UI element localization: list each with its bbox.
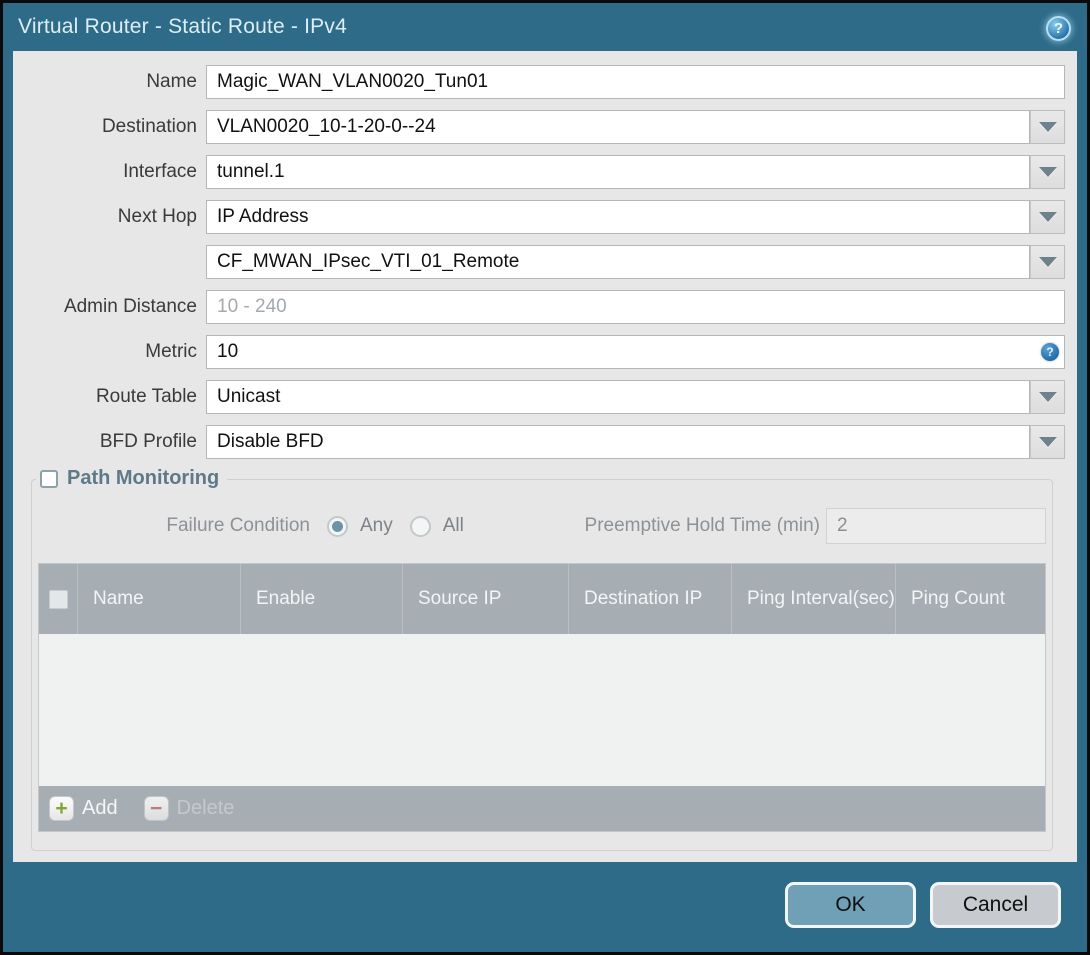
failure-condition-all-radio[interactable] — [409, 515, 431, 537]
cancel-button[interactable]: Cancel — [930, 882, 1061, 928]
preemptive-hold-input[interactable] — [826, 508, 1046, 544]
chevron-down-icon — [1038, 122, 1057, 132]
destination-label: Destination — [101, 116, 197, 137]
destination-input[interactable] — [206, 110, 1030, 144]
delete-button-label: Delete — [176, 797, 235, 819]
admin-distance-label: Admin Distance — [63, 296, 197, 317]
delete-button[interactable]: − Delete — [143, 796, 235, 821]
failure-condition-label: Failure Condition — [166, 515, 310, 536]
next-hop-address-dropdown-button[interactable] — [1030, 245, 1065, 279]
bfd-profile-row: BFD Profile — [13, 425, 1065, 459]
add-button-label: Add — [82, 797, 118, 819]
table-body-empty — [39, 634, 1045, 786]
destination-dropdown-button[interactable] — [1030, 110, 1065, 144]
table-toolbar: + Add − Delete — [39, 786, 1045, 831]
route-table-dropdown-button[interactable] — [1030, 380, 1065, 414]
table-header-row: Name Enable Source IP Destination IP Pin… — [39, 564, 1045, 634]
next-hop-label: Next Hop — [117, 206, 197, 227]
chevron-down-icon — [1038, 437, 1057, 447]
column-header-destination-ip[interactable]: Destination IP — [569, 564, 732, 634]
admin-distance-row: Admin Distance — [13, 290, 1065, 324]
table-select-all-cell — [39, 564, 78, 634]
next-hop-address-row — [13, 245, 1065, 279]
route-table-row: Route Table — [13, 380, 1065, 414]
dialog-footer: OK Cancel — [785, 882, 1061, 928]
column-header-ping-interval[interactable]: Ping Interval(sec) — [732, 564, 896, 634]
next-hop-row: Next Hop — [13, 200, 1065, 234]
interface-row: Interface — [13, 155, 1065, 189]
column-header-enable[interactable]: Enable — [241, 564, 403, 634]
route-table-label: Route Table — [95, 386, 197, 407]
name-input[interactable] — [206, 65, 1065, 99]
bfd-profile-dropdown-button[interactable] — [1030, 425, 1065, 459]
column-header-source-ip[interactable]: Source IP — [403, 564, 569, 634]
metric-info-icon[interactable]: ? — [1041, 343, 1059, 361]
name-label: Name — [146, 71, 197, 92]
name-row: Name — [13, 65, 1065, 99]
next-hop-address-input[interactable] — [206, 245, 1030, 279]
interface-dropdown-button[interactable] — [1030, 155, 1065, 189]
metric-label: Metric — [145, 341, 197, 362]
path-monitoring-table: Name Enable Source IP Destination IP Pin… — [38, 563, 1046, 832]
metric-row: Metric ? — [13, 335, 1065, 369]
next-hop-dropdown-button[interactable] — [1030, 200, 1065, 234]
route-table-input[interactable] — [206, 380, 1030, 414]
interface-label: Interface — [123, 161, 197, 182]
failure-condition-row: Failure Condition Any All Preemptive Hol… — [38, 508, 1046, 544]
next-hop-type-input[interactable] — [206, 200, 1030, 234]
interface-input[interactable] — [206, 155, 1030, 189]
ok-button[interactable]: OK — [785, 882, 916, 928]
help-icon[interactable]: ? — [1046, 16, 1071, 41]
static-route-dialog: Virtual Router - Static Route - IPv4 ? N… — [0, 0, 1090, 955]
select-all-checkbox[interactable] — [48, 589, 68, 609]
path-monitoring-legend: Path Monitoring — [36, 467, 228, 490]
chevron-down-icon — [1038, 392, 1057, 402]
dialog-body: Name Destination Interface — [13, 51, 1077, 862]
add-button[interactable]: + Add — [49, 796, 118, 821]
destination-row: Destination — [13, 110, 1065, 144]
failure-condition-any-label: Any — [360, 515, 393, 536]
minus-icon: − — [143, 796, 169, 821]
plus-icon: + — [49, 796, 74, 821]
chevron-down-icon — [1038, 167, 1057, 177]
column-header-name[interactable]: Name — [78, 564, 241, 634]
chevron-down-icon — [1038, 212, 1057, 222]
failure-condition-all-label: All — [442, 515, 464, 536]
preemptive-hold-label: Preemptive Hold Time (min) — [584, 515, 820, 536]
dialog-window: Virtual Router - Static Route - IPv4 ? N… — [3, 3, 1087, 952]
path-monitoring-group: Path Monitoring Failure Condition Any Al… — [31, 467, 1053, 851]
bfd-profile-label: BFD Profile — [99, 431, 197, 452]
chevron-down-icon — [1038, 257, 1057, 267]
column-header-ping-count[interactable]: Ping Count — [896, 564, 1045, 634]
dialog-title: Virtual Router - Static Route - IPv4 — [18, 15, 347, 38]
bfd-profile-input[interactable] — [206, 425, 1030, 459]
path-monitoring-checkbox[interactable] — [40, 469, 58, 488]
admin-distance-input[interactable] — [206, 290, 1065, 324]
failure-condition-any-radio[interactable] — [327, 515, 348, 537]
title-bar: Virtual Router - Static Route - IPv4 ? — [3, 3, 1087, 51]
path-monitoring-title: Path Monitoring — [67, 467, 220, 489]
metric-input[interactable] — [206, 335, 1065, 369]
